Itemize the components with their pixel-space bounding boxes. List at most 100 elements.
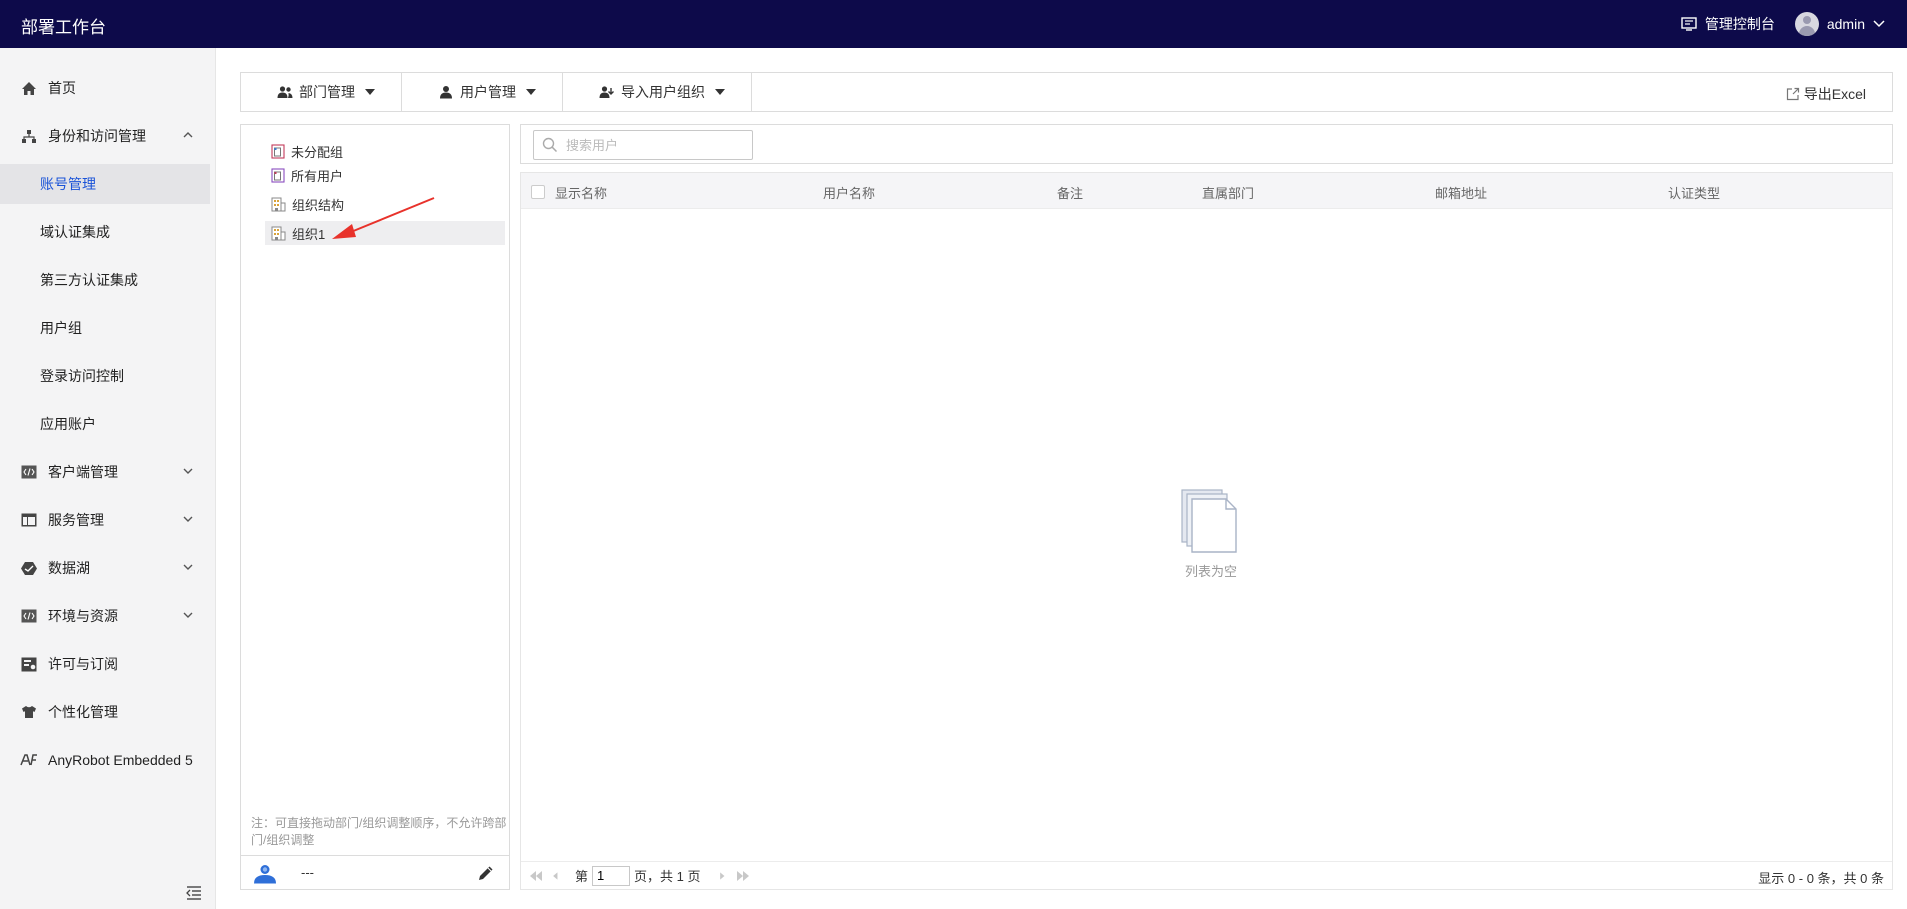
search-box [533,130,753,160]
sidebar-item-anyrobot[interactable]: AnyRobot Embedded 5 [0,740,216,780]
datalake-icon [20,560,38,576]
user-menu[interactable]: admin [1794,12,1885,36]
chevron-down-icon [183,564,193,570]
annotation-arrow-icon [332,197,435,239]
tree-item-label: 所有用户 [291,168,344,184]
tree-item-label: 组织1 [292,226,326,242]
building-icon [271,226,286,240]
sidebar-subitem-account[interactable]: 账号管理 [0,164,210,204]
sidebar-item-client[interactable]: 客户端管理 [0,452,216,492]
column-header-display-name[interactable]: 显示名称 [555,183,607,202]
sidebar-item-personalize[interactable]: 个性化管理 [0,692,216,732]
next-page-icon[interactable] [718,870,728,882]
pencil-icon[interactable] [477,864,495,882]
pagination-summary: 显示 0 - 0 条，共 0 条 [1758,871,1884,886]
code-icon [20,464,38,480]
sidebar-item-env[interactable]: 环境与资源 [0,596,216,636]
caret-down-icon [526,89,536,95]
column-header-remark[interactable]: 备注 [1057,183,1083,202]
column-header-email[interactable]: 邮箱地址 [1435,183,1487,202]
sidebar-item-label: 个性化管理 [48,704,118,720]
page-number-input[interactable] [592,865,631,886]
sidebar-subitem-third-party-auth[interactable]: 第三方认证集成 [0,260,210,300]
prev-page-icon[interactable] [551,870,561,882]
user-management-dropdown[interactable]: 用户管理 [402,73,563,111]
export-excel-button[interactable]: 导出Excel [1786,84,1866,104]
license-icon [20,656,38,672]
sidebar-item-label: 环境与资源 [48,608,118,624]
tree-drag-note: 注：可直接拖动部门/组织调整顺序，不允许跨部门/组织调整 [251,816,507,847]
group-icon [271,143,285,159]
user-icon [254,865,276,884]
chevron-down-icon [183,516,193,522]
chevron-down-icon [183,612,193,618]
sidebar-item-label: 数据湖 [48,560,90,576]
sidebar-item-label: 身份和访问管理 [48,128,146,144]
sidebar-subitem-domain-auth[interactable]: 域认证集成 [0,212,210,252]
sidebar-item-label: 首页 [48,80,76,96]
page-suffix: 页，共 1 页 [634,869,701,884]
empty-state: 列表为空 [1161,488,1261,580]
import-org-dropdown[interactable]: 导入用户组织 [563,73,752,111]
user-icon [440,86,452,99]
export-icon [1786,87,1799,101]
user-table: 显示名称 用户名称 备注 直属部门 邮箱地址 认证类型 列表为空 第 页，共 1… [520,172,1893,890]
user-import-icon [599,86,614,98]
app-title: 部署工作台 [21,18,106,37]
group-icon [271,167,285,183]
sidebar-item-datalake[interactable]: 数据湖 [0,548,216,588]
org-icon [20,128,38,144]
search-icon [542,137,558,153]
sidebar-subitem-label: 应用账户 [40,416,96,432]
first-page-icon[interactable] [529,870,543,882]
chevron-down-icon [1873,20,1885,28]
tree-footer: --- [241,855,509,889]
tree-item-unassigned[interactable]: 未分配组 [265,139,505,163]
sidebar-subitem-login-control[interactable]: 登录访问控制 [0,356,210,396]
column-header-department[interactable]: 直属部门 [1202,183,1254,202]
chevron-up-icon [183,132,193,138]
toolbar: 部门管理 用户管理 导入用户组织 导出Excel [240,72,1893,112]
shirt-icon [20,704,38,720]
sidebar-item-service[interactable]: 服务管理 [0,500,216,540]
tree-item-all-users[interactable]: 所有用户 [265,163,505,187]
collapse-sidebar-icon[interactable] [186,886,202,900]
chevron-down-icon [183,468,193,474]
sidebar-subitem-user-group[interactable]: 用户组 [0,308,210,348]
sidebar: 首页 身份和访问管理 账号管理 域认证集成 第三方认证集成 用户组 登录访问控制… [0,48,216,909]
sidebar-item-label: 服务管理 [48,512,104,528]
console-icon [1681,17,1697,31]
sidebar-item-home[interactable]: 首页 [0,68,216,108]
sidebar-item-license[interactable]: 许可与订阅 [0,644,216,684]
selected-user-text: --- [301,865,314,880]
user-management-label: 用户管理 [460,84,516,100]
sidebar-item-label: 客户端管理 [48,464,118,480]
search-input[interactable] [566,137,746,153]
sidebar-item-label: AnyRobot Embedded 5 [48,752,193,768]
sidebar-subitem-label: 第三方认证集成 [40,272,138,288]
anyrobot-icon [20,752,38,768]
console-label: 管理控制台 [1704,16,1775,32]
last-page-icon[interactable] [736,870,750,882]
top-right-actions: 管理控制台 admin [1681,0,1885,48]
console-link[interactable]: 管理控制台 [1681,14,1775,34]
search-bar [520,124,1893,164]
avatar [1794,12,1819,36]
select-all-checkbox[interactable] [531,185,545,199]
empty-list-icon [1181,489,1237,553]
column-header-auth-type[interactable]: 认证类型 [1668,183,1720,202]
sidebar-item-iam[interactable]: 身份和访问管理 [0,116,216,156]
users-icon [277,86,293,98]
sidebar-subitem-app-account[interactable]: 应用账户 [0,404,210,444]
table-icon [20,512,38,528]
dept-management-dropdown[interactable]: 部门管理 [241,73,402,111]
table-header: 显示名称 用户名称 备注 直属部门 邮箱地址 认证类型 [521,173,1892,209]
user-name: admin [1826,16,1865,32]
pagination: 第 页，共 1 页 显示 0 - 0 条，共 0 条 [521,861,1892,889]
home-icon [20,80,38,96]
page-prefix: 第 [575,869,589,884]
dept-management-label: 部门管理 [299,84,355,100]
column-header-username[interactable]: 用户名称 [823,183,875,202]
export-excel-label: 导出Excel [1803,86,1866,102]
caret-down-icon [365,89,375,95]
